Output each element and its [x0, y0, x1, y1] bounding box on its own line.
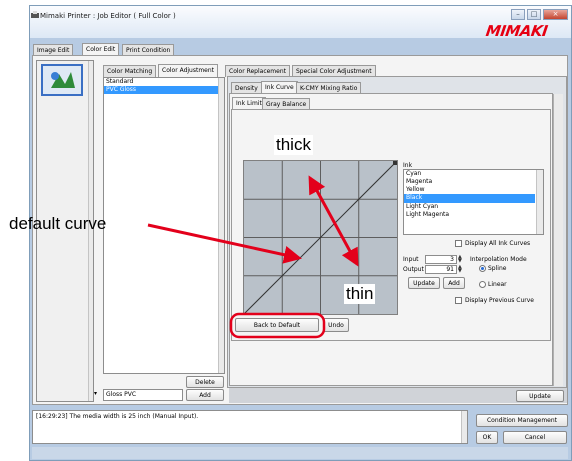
annotation-arrow-default-curve — [147, 223, 302, 264]
annotation-thick: thick — [274, 135, 313, 155]
annotation-arrow-thick-thin — [308, 175, 359, 267]
annotation-highlight-back-to-default — [229, 312, 326, 339]
annotation-default-curve: default curve — [9, 214, 107, 233]
annotation-thin: thin — [344, 284, 376, 304]
